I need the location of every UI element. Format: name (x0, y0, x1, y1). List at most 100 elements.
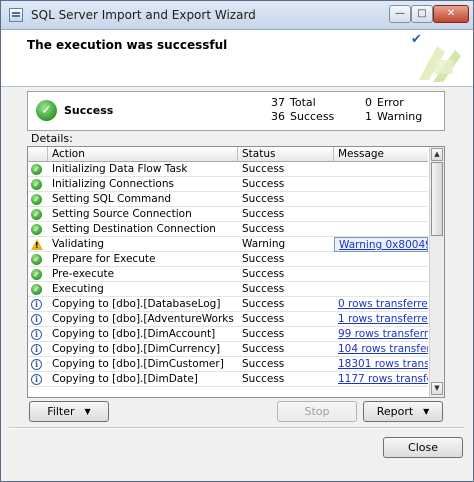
row-status: Success (242, 343, 285, 355)
row-status: Success (242, 313, 285, 325)
row-message (334, 207, 428, 222)
row-action: Copying to [dbo].[DimCustomer] (52, 358, 224, 370)
row-action: Copying to [dbo].[DimAccount] (52, 328, 216, 340)
row-icon-cell: i (31, 327, 45, 342)
row-message-link[interactable]: 1 rows transferred (334, 312, 428, 327)
row-message-link[interactable]: 18301 rows transferred (334, 357, 428, 372)
success-icon: ✓ (31, 209, 42, 220)
header-status[interactable]: Status (238, 147, 334, 161)
warning-count: 1 (365, 110, 372, 123)
row-action: Prepare for Execute (52, 253, 156, 265)
table-row[interactable]: i Copying to [dbo].[AdventureWorksDWBuild… (28, 312, 428, 327)
scroll-thumb[interactable] (431, 162, 443, 236)
row-status: Success (242, 163, 285, 175)
table-row[interactable]: ✓ Executing Success (28, 282, 428, 297)
details-label: Details: (31, 132, 73, 145)
vertical-scrollbar[interactable]: ▲ ▼ (429, 147, 444, 397)
dropdown-arrow-icon: ▼ (84, 407, 91, 416)
row-message (334, 192, 428, 207)
row-message-link[interactable]: 0 rows transferred (334, 297, 428, 312)
minimize-button[interactable]: — (389, 5, 411, 23)
scroll-down-icon[interactable]: ▼ (431, 382, 443, 395)
success-icon: ✓ (31, 179, 42, 190)
warning-label: Warning (377, 110, 423, 123)
row-message (334, 252, 428, 267)
report-button-label: Report (376, 405, 414, 418)
success-icon: ✓ (31, 224, 42, 235)
row-icon-cell: ✓ (31, 222, 45, 237)
close-button[interactable]: Close (383, 437, 463, 458)
summary-status: Success (64, 104, 114, 117)
header-icon-column[interactable] (28, 147, 48, 161)
stop-button[interactable]: Stop (277, 401, 357, 422)
details-grid[interactable]: Action Status Message ✓ Initializing Data… (27, 146, 445, 398)
scroll-up-icon[interactable]: ▲ (431, 148, 443, 161)
title-bar[interactable]: SQL Server Import and Export Wizard — □ … (1, 1, 473, 30)
window-title: SQL Server Import and Export Wizard (31, 8, 256, 22)
report-button[interactable]: Report ▼ (363, 401, 443, 422)
row-icon-cell: ✓ (31, 252, 45, 267)
row-status: Success (242, 178, 285, 190)
success-icon: ✓ (31, 284, 42, 295)
row-icon-cell: ✓ (31, 177, 45, 192)
table-row[interactable]: ✓ Prepare for Execute Success (28, 252, 428, 267)
row-action: Executing (52, 283, 104, 295)
table-row[interactable]: ✓ Setting SQL Command Success (28, 192, 428, 207)
row-status: Warning (242, 238, 286, 250)
page-title: The execution was successful (27, 38, 228, 52)
info-icon: i (31, 314, 42, 325)
stop-button-label: Stop (304, 405, 330, 418)
table-row[interactable]: Validating Warning Warning 0x800493... (28, 237, 428, 252)
close-window-button[interactable]: ✕ (433, 5, 469, 23)
table-row[interactable]: i Copying to [dbo].[DatabaseLog] Success 0 … (28, 297, 428, 312)
row-status: Success (242, 373, 285, 385)
row-icon-cell: i (31, 297, 45, 312)
table-row[interactable]: i Copying to [dbo].[DimCustomer] Success 18… (28, 357, 428, 372)
row-message (334, 222, 428, 237)
row-message-link[interactable]: 104 rows transferred (334, 342, 428, 357)
success-icon: ✓ (31, 164, 42, 175)
success-icon: ✓ (31, 269, 42, 280)
table-row[interactable]: i Copying to [dbo].[DimDate] Success 1177 r… (28, 372, 428, 387)
row-message-link[interactable]: Warning 0x800493... (334, 237, 428, 252)
row-icon-cell: ✓ (31, 207, 45, 222)
summary-panel: ✓ Success 37 Total 36 Success 0 Error 1 … (27, 91, 445, 131)
row-status: Success (242, 208, 285, 220)
info-icon: i (31, 299, 42, 310)
page-header: The execution was successful ✔ (1, 30, 473, 87)
row-icon-cell (31, 237, 45, 252)
table-row[interactable]: ✓ Setting Source Connection Success (28, 207, 428, 222)
row-icon-cell: i (31, 312, 45, 327)
row-message (334, 162, 428, 177)
table-row[interactable]: ✓ Initializing Connections Success (28, 177, 428, 192)
header-message[interactable]: Message (334, 147, 428, 161)
row-action: Copying to [dbo].[DimCurrency] (52, 343, 221, 355)
success-icon: ✓ (31, 254, 42, 265)
row-icon-cell: ✓ (31, 267, 45, 282)
row-action: Setting Destination Connection (52, 223, 216, 235)
info-icon: i (31, 344, 42, 355)
row-status: Success (242, 283, 285, 295)
row-action: Pre-execute (52, 268, 115, 280)
row-action: Setting Source Connection (52, 208, 192, 220)
row-action: Initializing Connections (52, 178, 174, 190)
warning-icon (31, 239, 43, 251)
row-message-link[interactable]: 1177 rows transferred (334, 372, 428, 387)
table-row[interactable]: ✓ Initializing Data Flow Task Success (28, 162, 428, 177)
row-action: Initializing Data Flow Task (52, 163, 188, 175)
row-status: Success (242, 253, 285, 265)
table-row[interactable]: i Copying to [dbo].[DimAccount] Success 99 … (28, 327, 428, 342)
table-row[interactable]: i Copying to [dbo].[DimCurrency] Success 10… (28, 342, 428, 357)
row-action: Copying to [dbo].[DimDate] (52, 373, 198, 385)
table-row[interactable]: ✓ Pre-execute Success (28, 267, 428, 282)
maximize-button[interactable]: □ (411, 5, 433, 23)
dropdown-arrow-icon: ▼ (423, 407, 430, 416)
wizard-logo-icon (419, 46, 461, 82)
filter-button[interactable]: Filter ▼ (29, 401, 109, 422)
table-row[interactable]: ✓ Setting Destination Connection Success (28, 222, 428, 237)
info-icon: i (31, 374, 42, 385)
row-message-link[interactable]: 99 rows transferred (334, 327, 428, 342)
header-action[interactable]: Action (48, 147, 238, 161)
success-icon: ✓ (36, 100, 57, 121)
success-label: Success (290, 110, 335, 123)
